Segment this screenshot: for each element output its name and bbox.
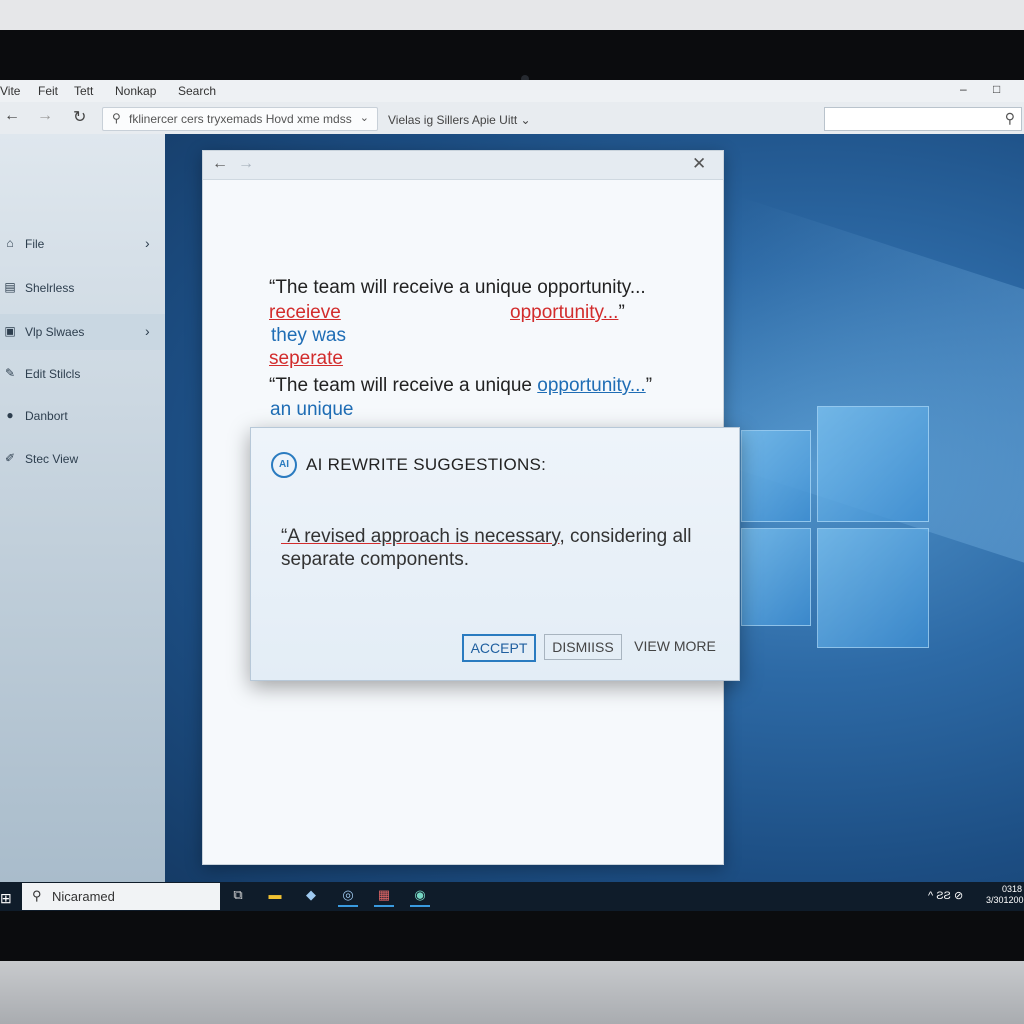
close-icon[interactable]: ✕	[692, 154, 706, 174]
menu-bar: Vite Feit Tett Nonkap Search – □	[0, 80, 1024, 102]
task-view-icon[interactable]: ⧉	[228, 885, 248, 905]
windows-logo-pane	[817, 528, 929, 648]
refresh-icon[interactable]: ↻	[73, 107, 86, 127]
view-selector[interactable]: Vielas ig Sillers Apie Uitt ⌄	[388, 113, 531, 127]
ai-rewrite-popup: AI AI REWRITE SUGGESTIONS: “A revised ap…	[250, 427, 740, 681]
person-icon: ●	[6, 408, 14, 422]
document-line: “The team will receive a unique opportun…	[269, 277, 646, 298]
sidebar-item-shelrless[interactable]: ▤ Shelrless	[0, 270, 165, 306]
chevron-right-icon: ›	[145, 323, 150, 339]
chevron-down-icon: ⌄	[520, 113, 531, 127]
taskbar-search-text: Nicaramed	[52, 889, 115, 904]
accept-button[interactable]: ACCEPT	[462, 634, 536, 662]
edge-browser-icon[interactable]: ◎	[338, 885, 358, 907]
windows-logo-pane	[741, 528, 811, 626]
popup-title: AI REWRITE SUGGESTIONS:	[306, 455, 547, 474]
document-window-header: ← → ✕	[203, 151, 723, 180]
folder-icon: ▤	[4, 280, 16, 294]
document-line: opportunity...”	[510, 302, 625, 324]
sidebar-item-label: Danbort	[25, 409, 68, 423]
taskbar: ⊞ ⚲ Nicaramed ⧉ ▬ ◆ ◎ ▦ ◉ ^ ƧƧ ⊘ 0318 3/…	[0, 882, 1024, 911]
chevron-right-icon: ›	[145, 235, 150, 251]
view-selector-label: Vielas ig Sillers Apie Uitt	[388, 113, 518, 127]
sidebar-item-label: Stec View	[25, 452, 79, 466]
maximize-icon[interactable]: □	[993, 82, 1000, 96]
forward-arrow-icon[interactable]: →	[37, 107, 53, 125]
taskbar-search[interactable]: ⚲ Nicaramed	[22, 883, 220, 910]
document-line: “The team will receive a unique opportun…	[269, 375, 652, 397]
menu-item[interactable]: Tett	[74, 84, 93, 98]
monitor-bezel-bottom	[0, 911, 1024, 961]
search-input[interactable]: ⚲	[824, 107, 1022, 131]
sidebar-item-vlp-slwaes[interactable]: ▣ Vlp Slwaes ›	[0, 314, 165, 350]
clock-date: 3/301200	[986, 895, 1024, 905]
search-icon: ⚲	[32, 888, 42, 903]
back-arrow-icon[interactable]: ←	[4, 107, 20, 125]
sidebar-item-label: File	[25, 237, 45, 251]
dismiss-button[interactable]: DISMIISS	[544, 634, 622, 660]
store-icon[interactable]: ▦	[374, 885, 394, 907]
home-icon: ⌂	[6, 236, 14, 250]
back-arrow-icon[interactable]: ←	[212, 155, 228, 173]
search-icon: ⚲	[1004, 110, 1015, 126]
screen: Vite Feit Tett Nonkap Search – □ ← → ↻ ⚲…	[0, 80, 1024, 911]
windows-logo-pane	[817, 406, 929, 522]
address-text: fklinercer cers tryxemads Hovd xme mdss	[129, 112, 352, 126]
sidebar-item-label: Vlp Slwaes	[25, 325, 85, 339]
menu-item[interactable]: Search	[178, 84, 216, 98]
monitor-bezel-top	[0, 30, 1024, 83]
sidebar-item-edit-stilcls[interactable]: ✎ Edit Stilcls	[0, 356, 165, 392]
sidebar-item-danbort[interactable]: ● Danbort	[0, 398, 165, 434]
spelling-error[interactable]: opportunity...	[510, 302, 618, 323]
document-text: “The team will receive a unique	[269, 375, 538, 396]
sidebar-item-label: Edit Stilcls	[25, 367, 81, 381]
edit-icon: ✎	[4, 366, 16, 380]
system-tray[interactable]: ^ ƧƧ ⊘	[928, 889, 963, 902]
file-explorer-icon[interactable]: ▬	[265, 885, 285, 905]
view-more-button[interactable]: VIEW MORE	[634, 634, 716, 658]
sidebar-item-file[interactable]: ⌂ File ›	[0, 226, 165, 262]
app-icon[interactable]: ◆	[301, 885, 321, 905]
rewrite-suggestion: “A revised approach is necessary, consid…	[281, 525, 701, 571]
address-bar[interactable]: ⚲ fklinercer cers tryxemads Hovd xme mds…	[102, 107, 378, 131]
menu-item[interactable]: Vite	[0, 84, 20, 98]
grammar-suggestion[interactable]: an unique	[270, 399, 353, 421]
desk-surface	[0, 961, 1024, 1024]
clock-time: 0318	[1001, 884, 1022, 894]
chevron-down-icon[interactable]: ⌄	[360, 111, 369, 124]
quote-mark: ”	[645, 375, 653, 396]
sidebar-item-stec-view[interactable]: ✐ Stec View	[0, 441, 165, 477]
sidebar-item-label: Shelrless	[25, 281, 75, 295]
windows-start-icon[interactable]: ⊞	[0, 890, 12, 907]
forward-arrow-icon[interactable]: →	[238, 155, 254, 173]
ai-icon: AI	[271, 452, 297, 478]
minimize-icon[interactable]: –	[960, 82, 967, 96]
quote-mark: ”	[618, 302, 625, 323]
windows-logo-pane	[741, 430, 811, 522]
search-icon: ⚲	[112, 111, 121, 125]
spelling-error[interactable]: seperate	[269, 348, 343, 370]
clock[interactable]: 0318 3/301200	[986, 884, 1024, 906]
pen-icon: ✐	[4, 451, 16, 465]
menu-item[interactable]: Nonkap	[115, 84, 156, 98]
window-icon: ▣	[4, 324, 16, 338]
sidebar: ⌂ File › ▤ Shelrless ▣ Vlp Slwaes › ✎ Ed…	[0, 134, 165, 882]
suggestion-highlight: “A revised approach is necessary	[281, 526, 560, 547]
app-icon[interactable]: ◉	[410, 885, 430, 907]
spelling-error[interactable]: receieve	[269, 302, 341, 324]
grammar-suggestion[interactable]: they was	[271, 325, 346, 347]
suggestion-link[interactable]: opportunity...	[537, 375, 645, 396]
menu-item[interactable]: Feit	[38, 84, 58, 98]
browser-toolbar: ← → ↻ ⚲ fklinercer cers tryxemads Hovd x…	[0, 102, 1024, 135]
